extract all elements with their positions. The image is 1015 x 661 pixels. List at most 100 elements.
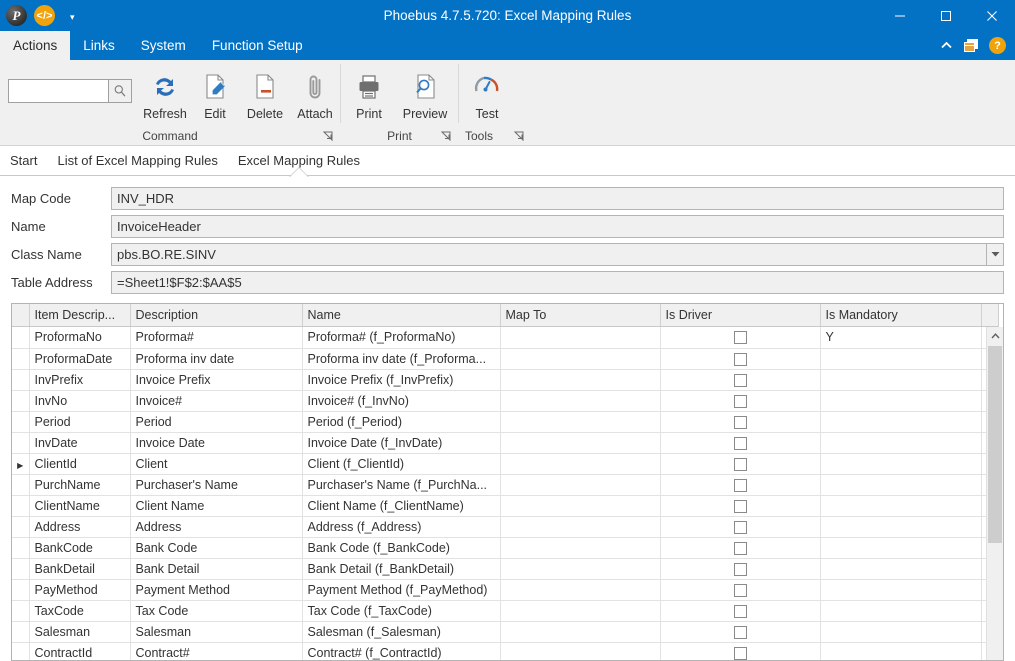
table-row[interactable]: PurchName Purchaser's Name Purchaser's Nam… <box>12 474 999 496</box>
help-icon[interactable]: ? <box>989 37 1006 54</box>
cell-is-driver[interactable] <box>660 369 821 391</box>
refresh-button[interactable]: Refresh <box>140 65 190 127</box>
is-driver-checkbox[interactable] <box>733 478 747 492</box>
cell-is-driver[interactable] <box>660 390 821 412</box>
mapping-items-grid[interactable]: Item Descrip... Description Name Map To … <box>11 303 1004 661</box>
cell-name[interactable]: Invoice# (f_InvNo) <box>302 390 501 412</box>
cell-is-driver[interactable] <box>660 537 821 559</box>
row-selector-cell[interactable] <box>12 558 30 580</box>
attach-button[interactable]: Attach <box>290 65 340 127</box>
column-header-map-to[interactable]: Map To <box>500 304 661 327</box>
cell-description[interactable]: Client Name <box>130 495 303 517</box>
cell-map-to[interactable] <box>500 642 661 660</box>
cell-name[interactable]: Bank Code (f_BankCode) <box>302 537 501 559</box>
cell-is-driver[interactable] <box>660 432 821 454</box>
table-row[interactable]: ProformaDate Proforma inv date Proforma in… <box>12 348 999 370</box>
cell-description[interactable]: Bank Code <box>130 537 303 559</box>
cell-map-to[interactable] <box>500 411 661 433</box>
cell-map-to[interactable] <box>500 516 661 538</box>
table-address-input[interactable]: =Sheet1!$F$2:$AA$5 <box>111 270 1004 294</box>
chevron-down-icon[interactable] <box>986 243 1003 265</box>
cell-map-to[interactable] <box>500 432 661 454</box>
column-header-description[interactable]: Description <box>130 304 303 327</box>
is-driver-checkbox[interactable] <box>733 520 747 534</box>
tools-dialog-launcher-icon[interactable] <box>513 131 525 142</box>
maximize-button[interactable] <box>923 0 969 31</box>
tab-start[interactable]: Start <box>0 146 47 176</box>
cell-is-mandatory[interactable]: Y <box>820 327 982 349</box>
cell-is-mandatory[interactable] <box>820 516 982 538</box>
cell-map-to[interactable] <box>500 621 661 643</box>
row-selector-cell[interactable] <box>12 621 30 643</box>
cell-map-to[interactable] <box>500 558 661 580</box>
scroll-up-icon[interactable] <box>987 327 1003 344</box>
table-row[interactable]: InvNo Invoice# Invoice# (f_InvNo) <box>12 390 999 412</box>
is-driver-checkbox[interactable] <box>733 604 747 618</box>
ribbon-tab-function-setup[interactable]: Function Setup <box>199 31 316 60</box>
cell-is-driver[interactable] <box>660 600 821 622</box>
cell-is-mandatory[interactable] <box>820 369 982 391</box>
cell-is-driver[interactable] <box>660 453 821 475</box>
is-driver-checkbox[interactable] <box>733 499 747 513</box>
table-row[interactable]: ProformaNo Proforma# Proforma# (f_Proforma… <box>12 327 999 349</box>
is-driver-checkbox[interactable] <box>733 457 747 471</box>
cell-name[interactable]: Invoice Prefix (f_InvPrefix) <box>302 369 501 391</box>
cell-is-driver[interactable] <box>660 327 821 349</box>
row-selector-cell[interactable] <box>12 495 30 517</box>
row-selector-cell[interactable] <box>12 474 30 496</box>
chevron-down-icon[interactable]: ▾ <box>62 13 81 22</box>
cell-item-description[interactable]: ClientName <box>29 495 131 517</box>
cell-name[interactable]: Client (f_ClientId) <box>302 453 501 475</box>
row-selector-cell[interactable] <box>12 600 30 622</box>
tab-excel-mapping-rules[interactable]: Excel Mapping Rules <box>228 146 370 176</box>
print-dialog-launcher-icon[interactable] <box>440 131 452 142</box>
cell-name[interactable]: Invoice Date (f_InvDate) <box>302 432 501 454</box>
cell-description[interactable]: Period <box>130 411 303 433</box>
is-driver-checkbox[interactable] <box>733 646 747 660</box>
cell-description[interactable]: Invoice Prefix <box>130 369 303 391</box>
cell-item-description[interactable]: PurchName <box>29 474 131 496</box>
cell-is-mandatory[interactable] <box>820 495 982 517</box>
cell-is-driver[interactable] <box>660 579 821 601</box>
cell-map-to[interactable] <box>500 495 661 517</box>
column-header-name[interactable]: Name <box>302 304 501 327</box>
row-selector-cell[interactable] <box>12 579 30 601</box>
column-header-item-description[interactable]: Item Descrip... <box>29 304 131 327</box>
cell-is-driver[interactable] <box>660 621 821 643</box>
is-driver-checkbox[interactable] <box>733 436 747 450</box>
cell-item-description[interactable]: ProformaNo <box>29 327 131 349</box>
is-driver-checkbox[interactable] <box>733 583 747 597</box>
row-selector-cell[interactable] <box>12 348 30 370</box>
collapse-ribbon-icon[interactable] <box>940 41 953 50</box>
cell-is-driver[interactable] <box>660 474 821 496</box>
phoebus-logo-icon[interactable]: P <box>6 5 27 26</box>
cell-map-to[interactable] <box>500 348 661 370</box>
cell-description[interactable]: Payment Method <box>130 579 303 601</box>
code-icon[interactable]: </> <box>34 5 55 26</box>
row-selector-cell[interactable] <box>12 642 30 660</box>
cell-is-mandatory[interactable] <box>820 348 982 370</box>
cell-description[interactable]: Invoice# <box>130 390 303 412</box>
row-selector-cell[interactable] <box>12 390 30 412</box>
cell-is-mandatory[interactable] <box>820 558 982 580</box>
cell-name[interactable]: Purchaser's Name (f_PurchNa... <box>302 474 501 496</box>
cell-item-description[interactable]: PayMethod <box>29 579 131 601</box>
cell-is-driver[interactable] <box>660 558 821 580</box>
cell-item-description[interactable]: InvDate <box>29 432 131 454</box>
cell-is-mandatory[interactable] <box>820 432 982 454</box>
is-driver-checkbox[interactable] <box>733 394 747 408</box>
row-selector-cell[interactable] <box>12 432 30 454</box>
cell-is-mandatory[interactable] <box>820 579 982 601</box>
print-button[interactable]: Print <box>341 65 397 127</box>
command-dialog-launcher-icon[interactable] <box>322 131 334 142</box>
cell-name[interactable]: Salesman (f_Salesman) <box>302 621 501 643</box>
cell-is-mandatory[interactable] <box>820 453 982 475</box>
ribbon-tab-system[interactable]: System <box>128 31 199 60</box>
is-driver-checkbox[interactable] <box>733 541 747 555</box>
table-row[interactable]: ContractId Contract# Contract# (f_Contract… <box>12 642 999 660</box>
is-driver-checkbox[interactable] <box>733 625 747 639</box>
cell-description[interactable]: Purchaser's Name <box>130 474 303 496</box>
grid-vertical-scrollbar[interactable] <box>986 327 1003 660</box>
is-driver-checkbox[interactable] <box>733 373 747 387</box>
cell-map-to[interactable] <box>500 474 661 496</box>
